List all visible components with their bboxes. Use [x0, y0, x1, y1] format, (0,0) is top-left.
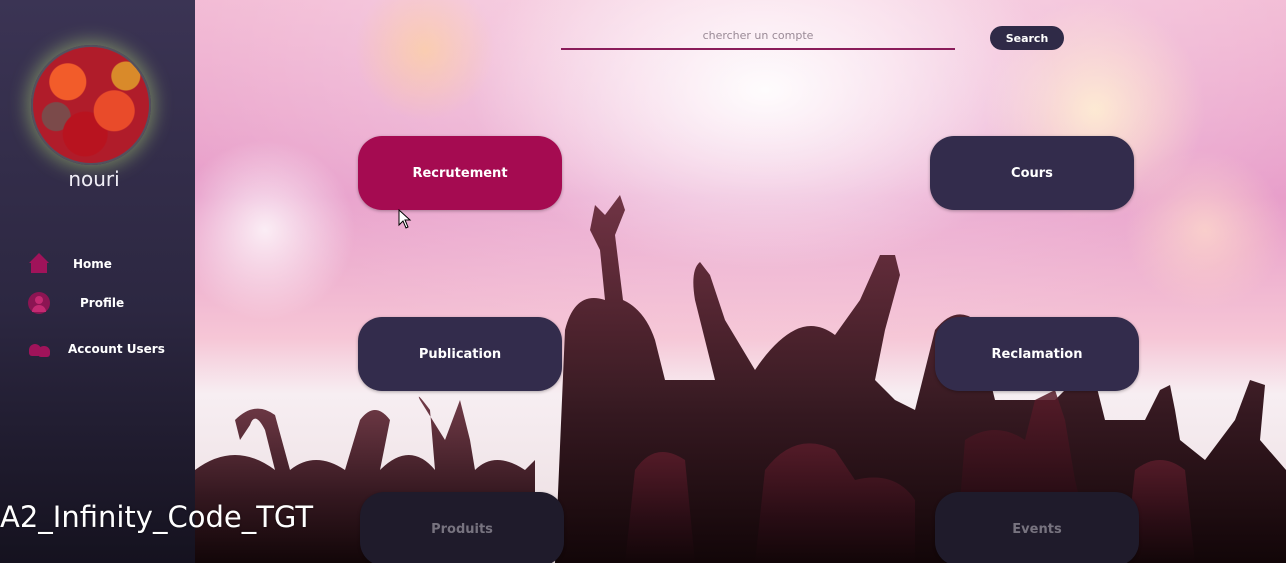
- sidebar-item-label: Profile: [80, 296, 125, 310]
- sidebar-item-profile[interactable]: Profile: [28, 290, 124, 316]
- user-avatar[interactable]: [31, 45, 151, 165]
- mouse-cursor-icon: [398, 209, 412, 229]
- users-icon: [28, 338, 50, 360]
- cours-button[interactable]: Cours: [930, 136, 1134, 210]
- username-label: nouri: [68, 167, 120, 191]
- main-content: Search Recrutement Cours Publication Rec…: [195, 0, 1286, 563]
- search-button[interactable]: Search: [990, 26, 1064, 50]
- sidebar: nouri Home Profile Account Users: [0, 0, 195, 563]
- crowd-background-image: [195, 0, 1286, 563]
- recrutement-button[interactable]: Recrutement: [358, 136, 562, 210]
- produits-button[interactable]: Produits: [360, 492, 564, 563]
- publication-button[interactable]: Publication: [358, 317, 562, 391]
- watermark-text: A2_Infinity_Code_TGT: [0, 500, 314, 534]
- sidebar-item-home[interactable]: Home: [28, 251, 112, 277]
- events-button[interactable]: Events: [935, 492, 1139, 563]
- home-icon: [28, 253, 50, 275]
- profile-icon: [28, 292, 50, 314]
- reclamation-button[interactable]: Reclamation: [935, 317, 1139, 391]
- sidebar-item-label: Account Users: [68, 342, 165, 356]
- search-account-input[interactable]: [561, 22, 955, 50]
- sidebar-item-label: Home: [73, 257, 112, 271]
- sidebar-item-account-users[interactable]: Account Users: [28, 336, 165, 362]
